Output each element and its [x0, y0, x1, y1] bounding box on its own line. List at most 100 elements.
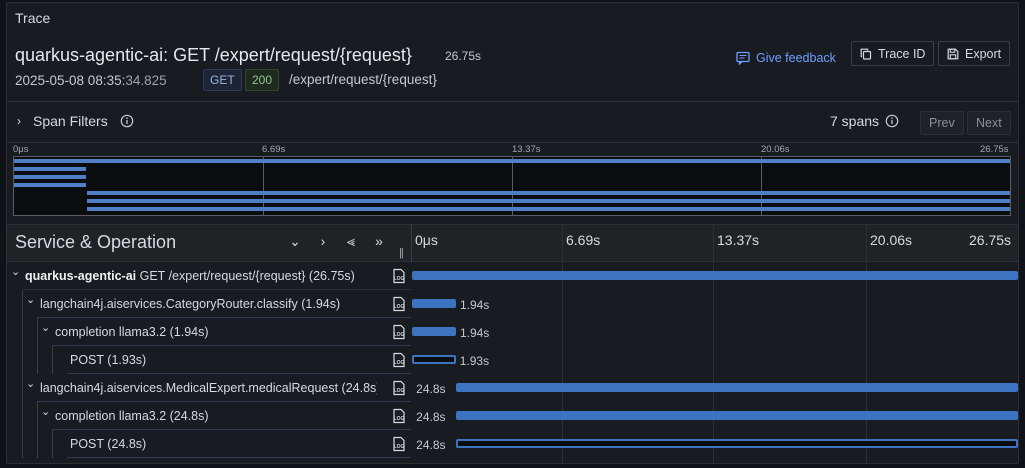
span-duration-label: 1.94s [459, 298, 490, 312]
minimap-span-bar [14, 167, 87, 171]
log-icon[interactable]: LOG [391, 296, 407, 312]
log-icon[interactable]: LOG [391, 436, 407, 452]
span-bar[interactable] [456, 411, 1018, 420]
minimap-span-bar [14, 183, 86, 187]
export-button[interactable]: Export [938, 41, 1011, 66]
prev-button[interactable]: Prev [920, 111, 964, 135]
span-bar[interactable] [412, 355, 456, 364]
span-row[interactable]: ⌄ completion llama3.2 (24.8s) LOG 24.8s [7, 402, 1018, 430]
span-duration-label: 24.8s [416, 382, 446, 396]
span-row[interactable]: ⌄ completion llama3.2 (1.94s) LOG 1.94s [7, 318, 1018, 346]
log-icon[interactable]: LOG [391, 268, 407, 284]
span-label-cell[interactable]: ⌄ quarkus-agentic-ai GET /expert/request/… [7, 262, 411, 290]
chevron-right-icon[interactable]: › [315, 233, 331, 250]
log-icon[interactable]: LOG [391, 408, 407, 424]
operation-name: GET /expert/request/{request} (26.75s) [139, 269, 355, 283]
minimap-tick: 20.06s [761, 144, 790, 155]
save-icon [947, 48, 959, 59]
span-label-cell[interactable]: POST (24.8s) [7, 430, 411, 458]
give-feedback-link[interactable]: Give feedback [736, 46, 836, 70]
minimap-tick: 26.75s [980, 144, 1009, 155]
chevron-down-icon[interactable]: ⌄ [287, 233, 303, 250]
span-name: langchain4j.aiservices.CategoryRouter.cl… [40, 297, 377, 311]
trace-id-button[interactable]: Trace ID [851, 41, 935, 66]
indent-guide [52, 430, 53, 458]
span-bar[interactable] [412, 299, 456, 308]
timeline-tick: 20.06s [870, 232, 913, 248]
timeline-tick: 13.37s [717, 232, 760, 248]
trace-start-time: 2025-05-08 08:35:34.825 [15, 73, 167, 88]
indent-guide [52, 346, 53, 374]
minimap-tick: 6.69s [262, 144, 286, 155]
chevron-down-icon[interactable]: ⌄ [41, 405, 50, 418]
chevron-right-icon: › [17, 114, 21, 128]
feedback-label: Give feedback [756, 51, 836, 65]
operation-name: completion llama3.2 (24.8s) [55, 409, 209, 423]
service-name: quarkus-agentic-ai [25, 269, 137, 283]
divider [7, 101, 1018, 102]
span-label-cell[interactable]: ⌄ langchain4j.aiservices.MedicalExpert.me… [7, 374, 411, 402]
copy-icon [860, 48, 872, 60]
span-label-cell[interactable]: POST (1.93s) [7, 346, 411, 374]
minimap-span-bar [86, 199, 1010, 203]
double-chevron-right-icon[interactable]: » [371, 233, 387, 250]
column-divider[interactable] [411, 224, 412, 262]
feedback-icon [736, 51, 750, 65]
timeline-tick: 26.75s [969, 232, 1012, 248]
span-duration-label: 1.93s [459, 354, 490, 368]
double-chevron-down-icon[interactable]: ⪡ [343, 233, 359, 250]
timeline-tick: 6.69s [566, 232, 601, 248]
row-separator [67, 457, 411, 458]
svg-text:LOG: LOG [394, 444, 405, 450]
svg-text:LOG: LOG [394, 360, 405, 366]
minimap-ticks: 0μs 6.69s 13.37s 20.06s 26.75s [13, 144, 1013, 156]
chevron-down-icon[interactable]: ⌄ [11, 265, 20, 278]
next-button[interactable]: Next [967, 111, 1011, 135]
trace-minimap[interactable] [13, 156, 1011, 216]
header-controls: ⌄ › ⪡ » [287, 233, 387, 250]
service-operation-heading: Service & Operation [15, 232, 177, 252]
chevron-down-icon[interactable]: ⌄ [26, 293, 35, 306]
span-row[interactable]: POST (24.8s) LOG 24.8s [7, 430, 1018, 458]
log-icon[interactable]: LOG [391, 324, 407, 340]
span-bar[interactable] [412, 271, 1018, 280]
span-row[interactable]: ⌄ langchain4j.aiservices.CategoryRouter.c… [7, 290, 1018, 318]
chevron-down-icon[interactable]: ⌄ [41, 321, 50, 334]
indent-guide [37, 430, 38, 458]
span-bar[interactable] [456, 439, 1018, 448]
info-icon[interactable] [120, 114, 134, 128]
spans-count-label: 7 spans [830, 113, 880, 129]
trace-duration: 26.75s [445, 49, 482, 63]
span-label-cell[interactable]: ⌄ langchain4j.aiservices.CategoryRouter.c… [7, 290, 411, 318]
trace-date-ms: 34.825 [125, 73, 167, 88]
operation-name: langchain4j.aiservices.CategoryRouter.cl… [40, 297, 341, 311]
chevron-down-icon[interactable]: ⌄ [26, 377, 35, 390]
trace-path: /expert/request/{request} [289, 72, 437, 87]
info-icon[interactable] [885, 114, 899, 128]
trace-id-label: Trace ID [878, 46, 926, 61]
span-row[interactable]: POST (1.93s) LOG 1.93s [7, 346, 1018, 374]
log-icon[interactable]: LOG [391, 380, 407, 396]
span-name: completion llama3.2 (1.94s) [55, 325, 377, 339]
span-bar[interactable] [456, 383, 1018, 392]
divider [7, 142, 1018, 143]
span-name: langchain4j.aiservices.MedicalExpert.med… [40, 381, 377, 395]
span-filters-label: Span Filters [33, 113, 108, 129]
minimap-span-bar [86, 191, 1010, 195]
span-label-cell[interactable]: ⌄ completion llama3.2 (24.8s) [7, 402, 411, 430]
span-name: POST (1.93s) [70, 353, 377, 367]
column-resizer-icon[interactable]: || [399, 247, 404, 259]
span-row[interactable]: ⌄ quarkus-agentic-ai GET /expert/request/… [7, 262, 1018, 290]
operation-name: completion llama3.2 (1.94s) [55, 325, 209, 339]
timeline-tick: 0μs [415, 232, 438, 248]
span-row[interactable]: ⌄ langchain4j.aiservices.MedicalExpert.me… [7, 374, 1018, 402]
svg-text:LOG: LOG [394, 332, 405, 338]
trace-panel: Trace quarkus-agentic-ai: GET /expert/re… [6, 2, 1019, 464]
span-label-cell[interactable]: ⌄ completion llama3.2 (1.94s) [7, 318, 411, 346]
span-bar[interactable] [412, 327, 456, 336]
export-label: Export [965, 46, 1002, 61]
log-icon[interactable]: LOG [391, 352, 407, 368]
span-duration-label: 1.94s [459, 326, 490, 340]
span-filters-toggle[interactable]: › Span Filters [17, 113, 134, 129]
http-method-tag: GET [203, 69, 242, 91]
